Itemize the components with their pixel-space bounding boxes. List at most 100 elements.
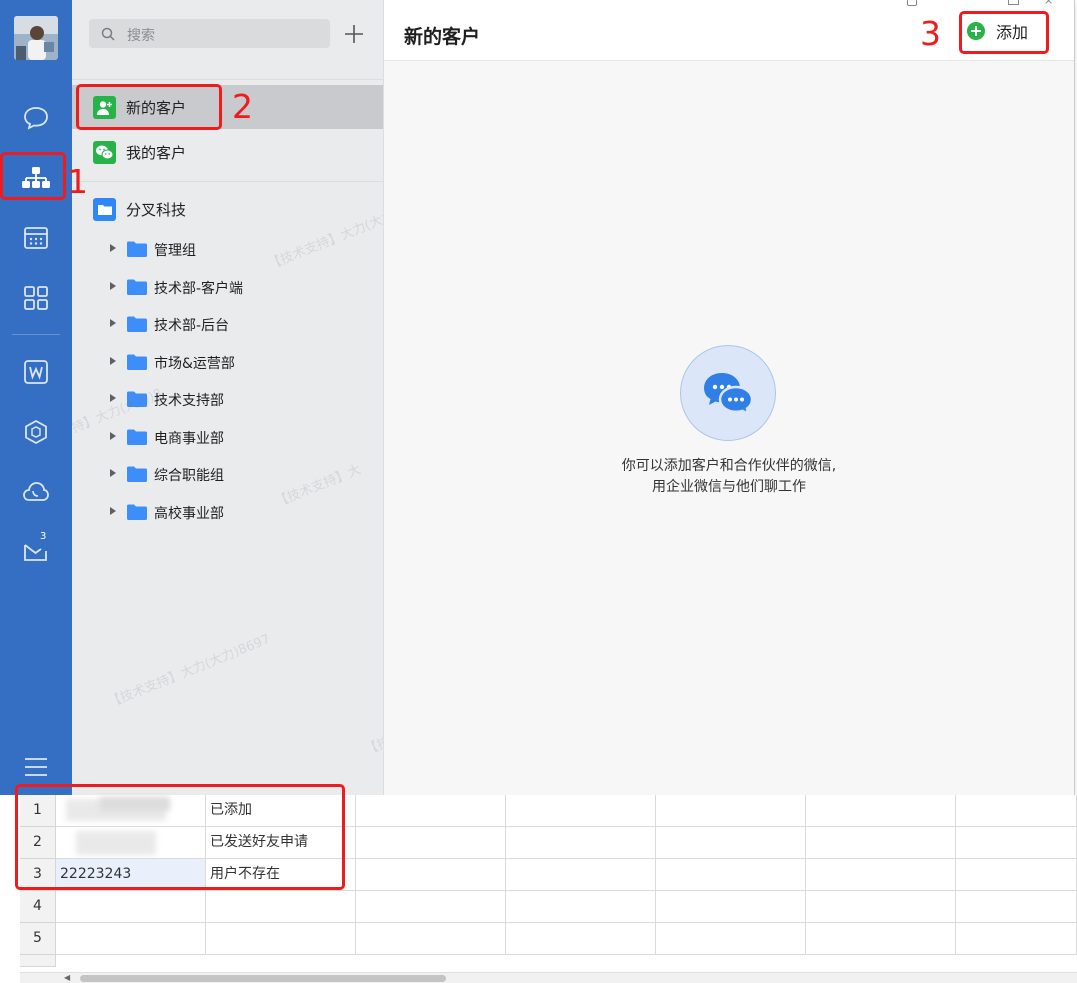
wecom-window: 3 搜索 新的客户 我的客户 分叉科技 管理组 技术部-客户端 技术部-后台 市… (0, 0, 1074, 795)
cell[interactable] (656, 827, 806, 859)
folder-icon (127, 391, 147, 407)
cell-a5[interactable] (56, 923, 206, 955)
dept-row[interactable]: 市场&运营部 (72, 346, 383, 378)
search-icon (101, 27, 115, 41)
row-header[interactable]: 3 (20, 859, 56, 891)
wechat-icon (93, 141, 116, 164)
cell[interactable] (506, 891, 656, 923)
dept-row[interactable]: 技术部-后台 (72, 308, 383, 340)
add-plus-button[interactable] (339, 19, 369, 49)
cell[interactable] (806, 827, 956, 859)
cell[interactable] (356, 891, 506, 923)
cell[interactable] (656, 795, 806, 827)
cell[interactable] (656, 891, 806, 923)
expand-arrow-icon[interactable] (110, 394, 116, 402)
dept-row[interactable]: 高校事业部 (72, 496, 383, 528)
row-header[interactable]: 4 (20, 891, 56, 923)
document-w-icon[interactable] (18, 354, 54, 390)
cell[interactable] (356, 923, 506, 955)
folder-icon (127, 504, 147, 520)
cell-b2[interactable]: 已发送好友申请 (206, 827, 356, 859)
dept-row[interactable]: 技术部-客户端 (72, 271, 383, 303)
dept-row[interactable]: 电商事业部 (72, 421, 383, 453)
nav-new-customer[interactable]: 新的客户 (72, 85, 383, 129)
annotation-number: 2 (232, 87, 253, 126)
cell[interactable] (956, 795, 1077, 827)
scrollbar-thumb[interactable] (80, 975, 446, 982)
row-header[interactable]: 5 (20, 923, 56, 955)
expand-arrow-icon[interactable] (110, 432, 116, 440)
folder-icon (127, 466, 147, 482)
search-input[interactable]: 搜索 (89, 19, 330, 48)
dept-row[interactable]: 管理组 (72, 233, 383, 265)
nav-new-customer-label: 新的客户 (126, 99, 187, 117)
org-root[interactable]: 分叉科技 (72, 187, 383, 231)
cell[interactable] (806, 795, 956, 827)
horizontal-scrollbar[interactable]: ◀ (20, 972, 1077, 983)
cell-a4[interactable] (56, 891, 206, 923)
dept-label: 综合职能组 (154, 468, 224, 484)
cell-a3[interactable]: 22223243 (56, 859, 206, 891)
spreadsheet: 1 已添加 2 已发送好友申请 3 22223243 用户不存在 4 5 (0, 795, 1077, 982)
cell[interactable] (506, 795, 656, 827)
cell[interactable] (656, 923, 806, 955)
cell[interactable] (806, 923, 956, 955)
cell[interactable] (506, 923, 656, 955)
cell-b1[interactable]: 已添加 (206, 795, 356, 827)
window-controls: × (904, 0, 1074, 7)
dept-row[interactable]: 综合职能组 (72, 458, 383, 490)
cell-b4[interactable] (206, 891, 356, 923)
folder-icon (127, 316, 147, 332)
cell[interactable] (506, 827, 656, 859)
wechat-chat-illustration (680, 345, 776, 441)
plus-circle-icon (967, 22, 985, 40)
expand-arrow-icon[interactable] (110, 244, 116, 252)
cell[interactable] (356, 795, 506, 827)
sidebar-divider (12, 334, 60, 335)
cell[interactable] (956, 827, 1077, 859)
cell[interactable] (956, 859, 1077, 891)
cell[interactable] (356, 827, 506, 859)
row-header[interactable]: 1 (20, 795, 56, 827)
add-customer-icon (93, 96, 116, 119)
expand-arrow-icon[interactable] (110, 469, 116, 477)
cell[interactable] (956, 891, 1077, 923)
cell[interactable] (806, 859, 956, 891)
scroll-left-arrow-icon[interactable]: ◀ (64, 973, 70, 982)
chat-bubbles-icon (704, 373, 754, 415)
empty-state-line: 你可以添加客户和合作伙伴的微信, (621, 458, 837, 474)
cell[interactable] (506, 859, 656, 891)
add-customer-button[interactable]: 添加 (966, 14, 1046, 48)
panel-divider (72, 181, 383, 182)
contacts-org-icon[interactable] (18, 160, 54, 196)
expand-arrow-icon[interactable] (110, 507, 116, 515)
pin-icon[interactable] (907, 0, 917, 6)
cell-b3[interactable]: 用户不存在 (206, 859, 356, 891)
expand-arrow-icon[interactable] (110, 319, 116, 327)
cell-b5[interactable] (206, 923, 356, 955)
row-header[interactable]: 2 (20, 827, 56, 859)
watermark-text: 【技 (362, 734, 384, 759)
cell[interactable] (656, 859, 806, 891)
expand-arrow-icon[interactable] (110, 357, 116, 365)
expand-arrow-icon[interactable] (110, 282, 116, 290)
cube-icon[interactable] (18, 414, 54, 450)
redacted-cell-content (76, 831, 156, 855)
calendar-icon[interactable] (18, 220, 54, 256)
cloud-phone-icon[interactable] (18, 474, 54, 510)
menu-icon[interactable] (22, 755, 50, 779)
mail-icon[interactable]: 3 (18, 531, 54, 568)
maximize-icon[interactable] (1008, 0, 1019, 5)
avatar[interactable] (14, 16, 58, 60)
nav-my-customer[interactable]: 我的客户 (72, 130, 383, 174)
dept-row[interactable]: 技术支持部 (72, 383, 383, 415)
cell[interactable] (956, 923, 1077, 955)
chat-icon[interactable] (18, 100, 54, 136)
detail-header: 新的客户 × 添加 (384, 0, 1074, 61)
cell[interactable] (806, 891, 956, 923)
workbench-grid-icon[interactable] (18, 280, 54, 316)
close-icon[interactable]: × (1044, 0, 1053, 7)
panel-divider (72, 79, 383, 80)
row-header[interactable] (20, 955, 56, 967)
cell[interactable] (356, 859, 506, 891)
